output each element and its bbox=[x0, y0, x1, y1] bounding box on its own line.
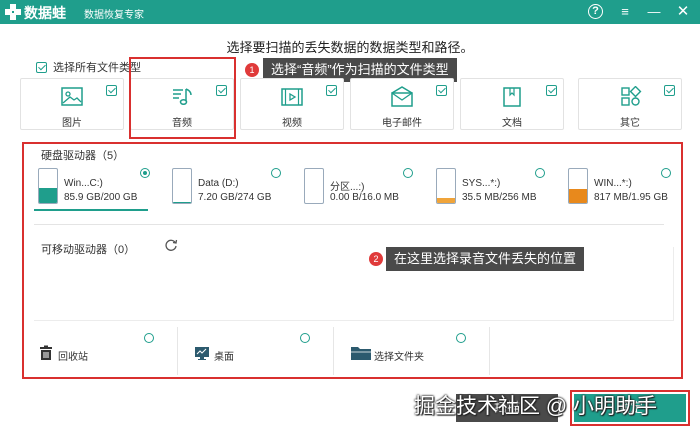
type-card-email[interactable]: 电子邮件 bbox=[350, 78, 454, 130]
app-name: 数据蛙 bbox=[24, 5, 66, 21]
email-icon bbox=[391, 86, 413, 107]
watermark-text: 掘金技术社区 @ 小明助手 bbox=[414, 395, 657, 418]
page-title: 选择要扫描的丢失数据的数据类型和路径。 bbox=[226, 40, 474, 55]
drive-size: 85.9 GB/200 GB bbox=[64, 192, 138, 203]
drive-radio[interactable] bbox=[271, 168, 281, 178]
select-all-types[interactable]: 选择所有文件类型 bbox=[36, 59, 141, 75]
menu-icon[interactable]: ≡ bbox=[616, 3, 634, 21]
drive-name: Win...C:) bbox=[64, 178, 103, 189]
drive-sys-icon bbox=[436, 168, 456, 204]
drive-d-icon bbox=[172, 168, 192, 204]
type-card-image[interactable]: 图片 bbox=[20, 78, 124, 130]
drive-c[interactable]: Win...C:) 85.9 GB/200 GB bbox=[34, 166, 152, 210]
callout-number-1: 1 bbox=[245, 63, 259, 77]
email-checkbox[interactable] bbox=[436, 85, 447, 96]
drive-name: WIN...*:) bbox=[594, 178, 632, 189]
drive-size: 0.00 B/16.0 MB bbox=[330, 192, 399, 203]
title-bar: 数据蛙 数据恢复专家 ? ≡ — ✕ bbox=[0, 0, 700, 24]
type-label-video: 视频 bbox=[282, 118, 302, 129]
type-label-image: 图片 bbox=[62, 118, 82, 129]
select-all-label: 选择所有文件类型 bbox=[53, 62, 141, 74]
drive-size: 35.5 MB/256 MB bbox=[462, 192, 537, 203]
drive-radio[interactable] bbox=[535, 168, 545, 178]
location-desktop[interactable]: 桌面 bbox=[184, 327, 334, 375]
highlight-audio-box bbox=[129, 57, 236, 139]
video-checkbox[interactable] bbox=[326, 85, 337, 96]
type-label-other: 其它 bbox=[620, 118, 640, 129]
document-checkbox[interactable] bbox=[546, 85, 557, 96]
drive-d-fill bbox=[173, 201, 191, 203]
drive-partition[interactable]: 分区...:) 0.00 B/16.0 MB bbox=[300, 166, 418, 210]
section-divider bbox=[34, 224, 664, 225]
drive-partition-icon bbox=[304, 168, 324, 204]
drive-name: Data (D:) bbox=[198, 178, 239, 189]
image-checkbox[interactable] bbox=[106, 85, 117, 96]
drive-win-fill bbox=[569, 188, 587, 203]
select-all-checkbox[interactable] bbox=[36, 61, 47, 73]
logo-icon bbox=[5, 4, 21, 20]
drive-sys[interactable]: SYS...*:) 35.5 MB/256 MB bbox=[432, 166, 550, 210]
video-icon bbox=[281, 88, 303, 106]
other-checkbox[interactable] bbox=[664, 85, 675, 96]
location-radio[interactable] bbox=[300, 333, 310, 343]
drive-radio[interactable] bbox=[403, 168, 413, 178]
desktop-icon bbox=[195, 347, 209, 360]
type-label-email: 电子邮件 bbox=[382, 118, 422, 129]
location-label: 选择文件夹 bbox=[374, 352, 424, 363]
other-icon bbox=[621, 86, 642, 106]
document-icon bbox=[503, 87, 521, 107]
type-card-other[interactable]: 其它 bbox=[578, 78, 682, 130]
location-radio[interactable] bbox=[144, 333, 154, 343]
location-label: 回收站 bbox=[58, 352, 88, 363]
location-recycle-bin[interactable]: 回收站 bbox=[28, 327, 178, 375]
hard-drives-title: 硬盘驱动器（5） bbox=[41, 150, 125, 162]
drive-name: 分区...:) bbox=[330, 182, 365, 193]
location-radio[interactable] bbox=[456, 333, 466, 343]
type-card-document[interactable]: 文档 bbox=[460, 78, 564, 130]
minimize-icon[interactable]: — bbox=[645, 3, 663, 21]
folder-icon bbox=[351, 347, 371, 360]
type-card-video[interactable]: 视频 bbox=[240, 78, 344, 130]
type-label-document: 文档 bbox=[502, 118, 522, 129]
recycle-bin-icon bbox=[40, 345, 52, 360]
drive-radio[interactable] bbox=[140, 168, 150, 178]
drive-c-icon bbox=[38, 168, 58, 204]
location-choose-folder[interactable]: 选择文件夹 bbox=[340, 327, 490, 375]
drive-win-icon bbox=[568, 168, 588, 204]
app-subtitle: 数据恢复专家 bbox=[84, 10, 144, 21]
drive-size: 817 MB/1.95 GB bbox=[594, 192, 668, 203]
selected-underline bbox=[34, 209, 148, 211]
close-icon[interactable]: ✕ bbox=[674, 3, 692, 21]
callout-location: 在这里选择录音文件丢失的位置 bbox=[386, 247, 585, 271]
drive-size: 7.20 GB/274 GB bbox=[198, 192, 272, 203]
drive-name: SYS...*:) bbox=[462, 178, 501, 189]
help-icon[interactable]: ? bbox=[588, 4, 603, 19]
drive-c-fill bbox=[39, 188, 57, 203]
drive-sys-fill bbox=[437, 198, 455, 203]
drive-radio[interactable] bbox=[661, 168, 671, 178]
drive-win[interactable]: WIN...*:) 817 MB/1.95 GB bbox=[564, 166, 678, 210]
drive-d[interactable]: Data (D:) 7.20 GB/274 GB bbox=[168, 166, 286, 210]
location-label: 桌面 bbox=[214, 352, 234, 363]
image-icon bbox=[61, 87, 83, 106]
callout-number-2: 2 bbox=[369, 252, 383, 266]
